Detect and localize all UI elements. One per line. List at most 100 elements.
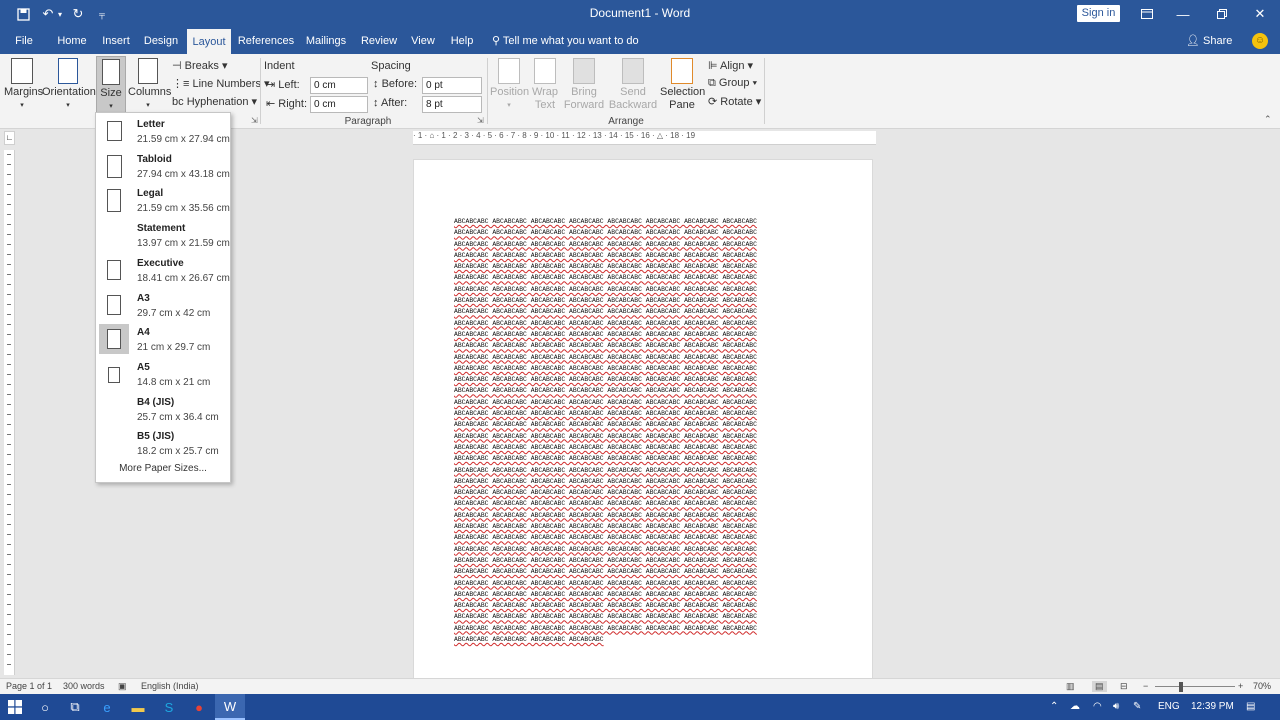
tab-layout[interactable]: Layout [187,29,231,54]
columns-button[interactable]: Columns ▾ [128,58,171,112]
more-paper-sizes-button[interactable]: More Paper Sizes... [96,463,230,474]
close-icon[interactable]: ✕ [1237,0,1280,28]
print-layout-icon[interactable]: ▤ [1092,681,1107,692]
redo-icon[interactable]: ↻ [68,4,88,24]
web-layout-icon[interactable]: ⊟ [1120,681,1128,692]
ruler-tick [7,194,11,195]
edge-icon[interactable]: e [92,694,122,720]
indent-right-input[interactable]: 0 cm [310,96,368,113]
input-language[interactable]: ENG [1158,701,1180,712]
chrome-icon[interactable]: ● [184,694,214,720]
document-body-text[interactable]: ABCABCABC ABCABCABC ABCABCABC ABCABCABC … [454,216,810,645]
tab-review[interactable]: Review [358,28,400,54]
wrap-text-button[interactable]: Wrap Text [528,58,562,112]
feedback-smiley-icon[interactable]: ☺ [1252,33,1268,49]
align-button[interactable]: ⊫ Align ▾ [708,59,753,72]
horizontal-ruler[interactable]: · 1 · ⌂ · 1 · 2 · 3 · 4 · 5 · 6 · 7 · 8 … [413,131,876,145]
paper-size-option[interactable]: Executive 18.41 cm x 26.67 cm [96,253,230,287]
zoom-level[interactable]: 70% [1253,681,1271,691]
zoom-in-icon[interactable]: + [1238,681,1243,691]
ruler-tick [7,244,11,245]
sign-in-button[interactable]: Sign in [1077,5,1120,22]
paper-size-option[interactable]: B4 (JIS) 25.7 cm x 36.4 cm [96,392,230,426]
page-count[interactable]: Page 1 of 1 [6,681,52,691]
zoom-slider[interactable] [1155,686,1235,687]
page-setup-launcher-icon[interactable]: ⇲ [251,116,258,125]
task-view-icon[interactable]: ⧉ [60,694,90,720]
rotate-button[interactable]: ⟳ Rotate ▾ [708,95,761,108]
share-button[interactable]: 👤︎ Share [1186,28,1232,54]
tab-mailings[interactable]: Mailings [302,28,350,54]
breaks-button[interactable]: ⊣ Breaks ▾ [172,59,227,72]
pen-icon[interactable]: ✎ [1133,701,1141,712]
ruler-tick [7,514,11,515]
tab-references[interactable]: References [237,28,295,54]
ruler-tick [7,344,11,345]
word-taskbar-icon[interactable]: W [215,694,245,720]
margins-label: Margins [4,86,44,98]
paper-size-option[interactable]: A4 21 cm x 29.7 cm [96,322,230,356]
zoom-slider-thumb[interactable] [1179,682,1183,692]
margins-button[interactable]: Margins ▾ [4,58,44,112]
cortana-icon[interactable]: ○ [30,694,60,720]
document-page[interactable]: ABCABCABC ABCABCABC ABCABCABC ABCABCABC … [413,159,873,679]
proofing-icon[interactable]: ▣ [118,681,127,692]
tab-home[interactable]: Home [53,28,91,54]
line-numbers-button[interactable]: ⋮≡ Line Numbers ▾ [172,77,270,90]
file-explorer-icon[interactable]: ▬ [123,694,153,720]
wifi-icon[interactable]: ◠ [1093,701,1102,712]
lightbulb-icon: ⚲ [492,35,503,47]
action-center-icon[interactable]: ▤ [1246,701,1255,712]
paper-size-option[interactable]: Statement 13.97 cm x 21.59 cm [96,218,230,252]
spacing-after-input[interactable]: 8 pt [422,96,482,113]
paper-size-option[interactable]: Tabloid 27.94 cm x 43.18 cm [96,149,230,183]
skype-icon[interactable]: S [154,694,184,720]
paper-size-option[interactable]: A3 29.7 cm x 42 cm [96,288,230,322]
paper-size-dimensions: 25.7 cm x 36.4 cm [137,411,219,423]
undo-dropdown-icon[interactable]: ▾ [54,4,66,24]
columns-icon [138,58,158,84]
onedrive-icon[interactable]: ☁ [1070,701,1080,712]
spacing-before-input[interactable]: 0 pt [422,77,482,94]
size-label: Size [100,87,122,99]
word-count[interactable]: 300 words [63,681,105,691]
paper-size-dimensions: 21.59 cm x 27.94 cm [137,134,230,145]
collapse-ribbon-icon[interactable]: ⌃ [1264,114,1272,125]
read-mode-icon[interactable]: ▥ [1066,681,1075,692]
paper-size-option[interactable]: Legal 21.59 cm x 35.56 cm [96,183,230,217]
size-button[interactable]: Size ▾ [96,56,126,114]
selection-pane-button[interactable]: Selection Pane [660,58,705,112]
windows-start-icon[interactable] [0,694,30,720]
ruler-tick [7,594,11,595]
tab-design[interactable]: Design [141,28,181,54]
indent-left-input[interactable]: 0 cm [310,77,368,94]
vertical-ruler[interactable] [4,150,15,675]
volume-icon[interactable]: 🔊︎ [1113,701,1119,712]
tab-selector-icon[interactable]: ∟ [4,131,15,145]
paper-size-option[interactable]: Letter 21.59 cm x 27.94 cm [96,114,230,148]
ribbon-tabs: File Home Insert Design Layout Reference… [0,28,1280,54]
paragraph-launcher-icon[interactable]: ⇲ [477,116,484,125]
spacing-after-icon: ↕ [373,97,381,109]
customize-icon[interactable]: ╤ [92,4,112,24]
zoom-out-icon[interactable]: − [1143,681,1148,691]
paper-size-option[interactable]: A5 14.8 cm x 21 cm [96,357,230,391]
save-icon[interactable] [13,4,33,24]
send-backward-button[interactable]: Send Backward [606,58,660,112]
clock[interactable]: 12:39 PM [1191,701,1234,712]
bring-forward-button[interactable]: Bring Forward [562,58,606,112]
group-button[interactable]: ⧉ Group ▾ [708,77,757,90]
tell-me-search[interactable]: ⚲ Tell me what you want to do [492,28,639,54]
show-hidden-icons-icon[interactable]: ⌃ [1050,701,1058,712]
tab-insert[interactable]: Insert [98,28,134,54]
language-status[interactable]: English (India) [141,681,199,691]
position-button[interactable]: Position ▾ [490,58,529,112]
tab-view[interactable]: View [408,28,438,54]
hyphenation-button[interactable]: bc Hyphenation ▾ [172,95,257,108]
paper-size-option[interactable]: B5 (JIS) 18.2 cm x 25.7 cm [96,426,230,460]
tab-help[interactable]: Help [446,28,478,54]
tab-file[interactable]: File [8,28,40,54]
orientation-button[interactable]: Orientation ▾ [42,58,96,112]
breaks-label: Breaks [184,60,219,72]
ruler-tick [7,664,11,665]
